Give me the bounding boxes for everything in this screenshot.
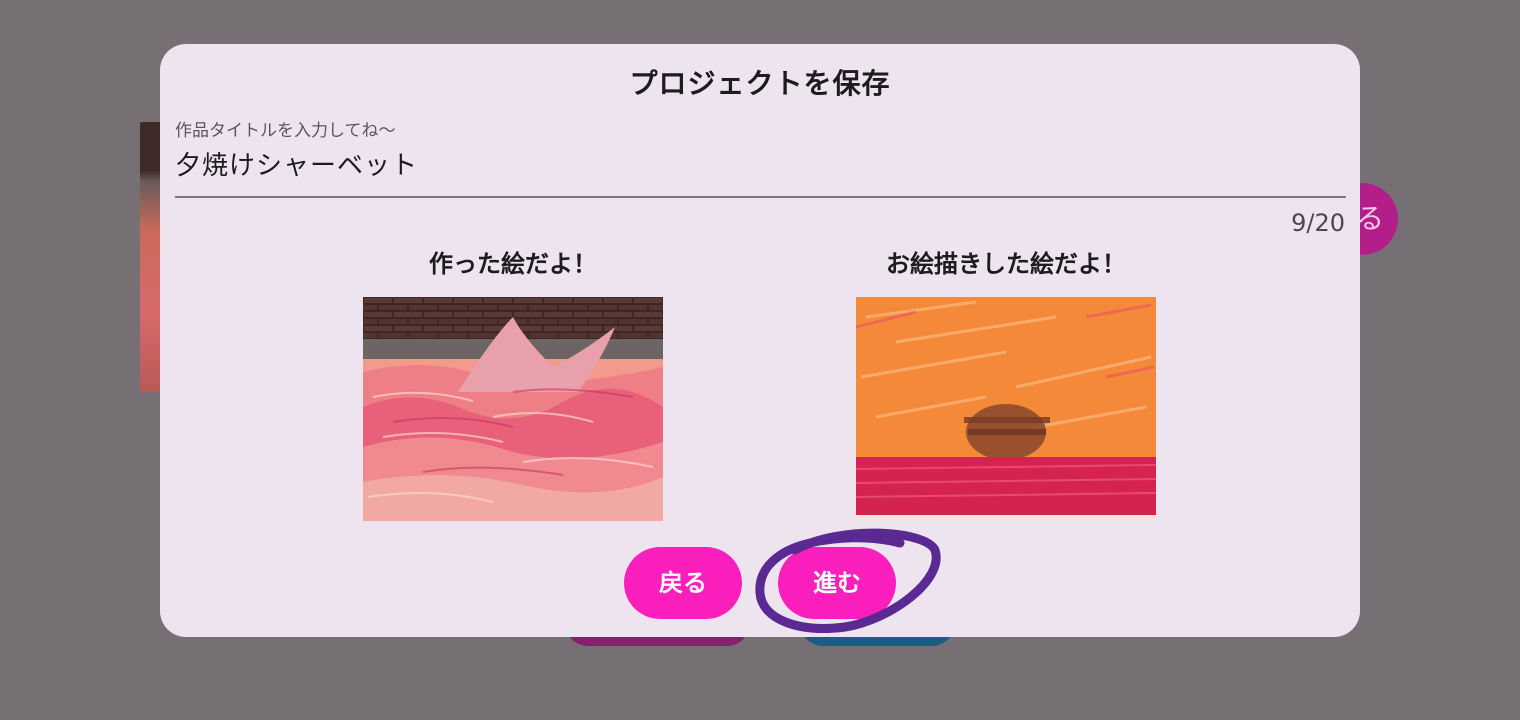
drawn-art-image	[856, 297, 1156, 521]
title-input-underline	[175, 196, 1346, 198]
back-button[interactable]: 戻る	[624, 547, 742, 619]
character-counter: 9/20	[1291, 209, 1345, 237]
title-input[interactable]	[175, 148, 1345, 178]
next-button[interactable]: 進む	[778, 547, 896, 619]
made-art-caption: 作った絵だよ！	[429, 250, 597, 278]
drawn-art-caption: お絵描きした絵だよ！	[886, 250, 1126, 278]
dialog-title: プロジェクトを保存	[629, 67, 891, 100]
save-project-dialog: プロジェクトを保存 作品タイトルを入力してね〜 9/20 作った絵だよ！ お絵描…	[160, 44, 1360, 637]
made-art-image	[363, 297, 663, 521]
title-field-label: 作品タイトルを入力してね〜	[175, 121, 396, 141]
